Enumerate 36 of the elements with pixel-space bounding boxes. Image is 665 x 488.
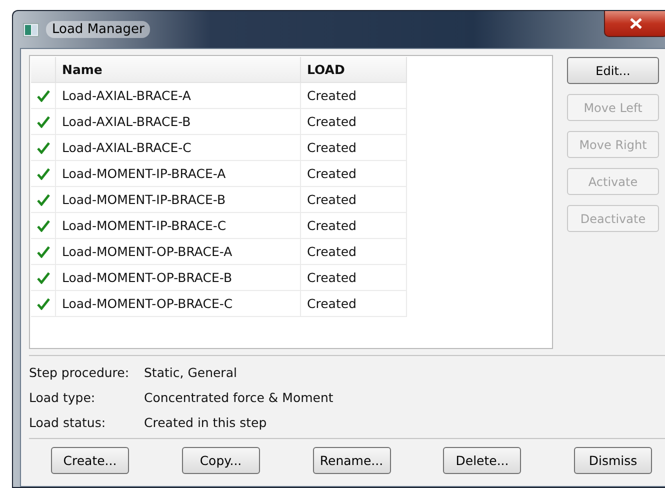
window-title: Load Manager: [46, 21, 150, 38]
dialog-button[interactable]: Delete...: [443, 447, 522, 474]
table-cell: Created: [301, 109, 407, 135]
dialog-button[interactable]: Create...: [51, 447, 129, 474]
column-header[interactable]: LOAD: [301, 57, 407, 83]
table-cell: Created: [301, 187, 407, 213]
table-cell: Created: [301, 239, 407, 265]
table-cell: Load-MOMENT-OP-BRACE-A: [56, 239, 301, 265]
dialog-button[interactable]: Copy...: [182, 447, 260, 474]
info-value: Concentrated force & Moment: [144, 389, 334, 407]
info-value: Created in this step: [144, 414, 268, 432]
table-cell: Load-AXIAL-BRACE-C: [56, 135, 301, 161]
info-label: Load type:: [29, 389, 96, 407]
table-cell: Created: [301, 83, 407, 109]
column-header[interactable]: Name: [56, 57, 301, 83]
side-button[interactable]: Edit...: [567, 57, 659, 84]
table-cell: Created: [301, 213, 407, 239]
table-cell: Load-MOMENT-OP-BRACE-C: [56, 291, 301, 317]
table-cell: Load-AXIAL-BRACE-A: [56, 83, 301, 109]
close-icon: [630, 18, 642, 29]
table-cell: Created: [301, 265, 407, 291]
dialog-button[interactable]: Rename...: [312, 447, 390, 474]
info-value: Static, General: [144, 364, 238, 382]
table-cell: Load-AXIAL-BRACE-B: [56, 109, 301, 135]
table-cell: Created: [301, 135, 407, 161]
table-cell: Created: [301, 291, 407, 317]
app-icon: [23, 22, 39, 36]
table-cell: Load-MOMENT-IP-BRACE-C: [56, 213, 301, 239]
info-label: Step procedure:: [29, 364, 130, 382]
info-label: Load status:: [29, 414, 107, 432]
table-cell: Created: [301, 161, 407, 187]
table-cell: Load-MOMENT-OP-BRACE-B: [56, 265, 301, 291]
dialog-button[interactable]: Dismiss: [574, 447, 652, 474]
table-cell: Load-MOMENT-IP-BRACE-A: [56, 161, 301, 187]
table-cell: Load-MOMENT-IP-BRACE-B: [56, 187, 301, 213]
close-button[interactable]: [604, 11, 665, 37]
